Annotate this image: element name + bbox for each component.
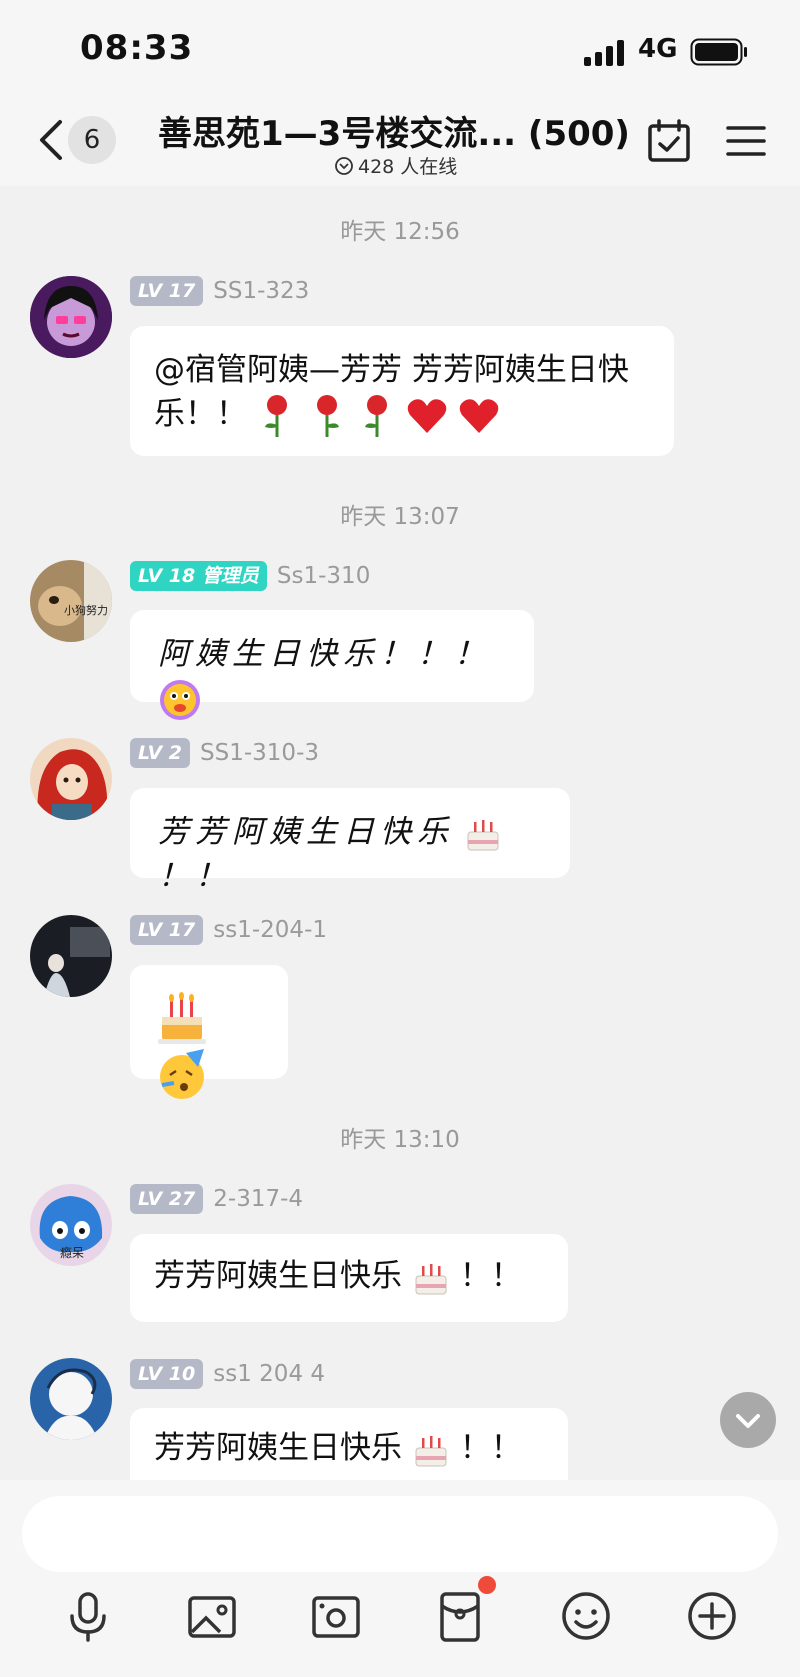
message-suffix: ！！ [459,1258,522,1294]
cake-icon [415,1263,447,1294]
message-text: 阿姨生日快乐！！！ [158,636,491,672]
message-meta: LV 17 SS1-323 [130,276,309,306]
group-title[interactable]: 善思苑1—3号楼交流... (500) [158,106,630,155]
scroll-to-bottom-button[interactable] [720,1392,776,1448]
excited-face-icon [160,679,200,720]
status-time: 08:33 [80,28,194,68]
message-meta: LV 2 SS1-310-3 [130,738,319,768]
heart-icon [460,398,499,433]
avatar[interactable] [30,1358,112,1440]
unread-count-badge[interactable]: 6 [68,116,116,164]
back-chevron-icon[interactable] [36,118,66,162]
avatar[interactable] [30,738,112,820]
level-badge: LV 17 [130,915,204,945]
red-envelope-icon[interactable] [432,1588,488,1644]
message-timestamp: 昨天 13:07 [340,504,460,530]
rose-icon [316,394,339,437]
rose-icon [264,394,287,437]
message-timestamp: 昨天 13:10 [340,1127,460,1153]
camera-icon[interactable] [308,1588,364,1644]
birthday-cake-icon [158,992,206,1044]
message-bubble[interactable]: @宿管阿姨—芳芳 芳芳阿姨生日快乐！！ [130,326,674,456]
battery-icon [690,38,747,66]
message-text: 芳芳阿姨生日快乐 [154,1258,402,1294]
message-text: 芳芳阿姨生日快乐 [154,1430,402,1466]
image-icon[interactable] [184,1588,240,1644]
username[interactable]: SS1-323 [213,278,309,304]
signal-icon [584,40,624,66]
avatar[interactable] [30,276,112,358]
cake-icon [415,1435,447,1466]
message-input[interactable] [22,1496,778,1572]
level-badge: LV 10 [130,1359,204,1389]
avatar[interactable]: 瘾呆 [30,1184,112,1266]
level-badge: LV 27 [130,1184,204,1214]
microphone-icon[interactable] [60,1588,116,1644]
message-meta: LV 17 ss1-204-1 [130,915,327,945]
online-status: 428 人在线 [334,152,457,179]
emoji-icon[interactable] [558,1588,614,1644]
plus-icon[interactable] [684,1588,740,1644]
avatar[interactable] [30,915,112,997]
message-bubble[interactable]: 芳芳阿姨生日快乐 ！！ [130,1408,568,1480]
message-suffix: ！！ [459,1430,522,1466]
online-chevron-icon [335,156,353,175]
message-suffix: ！！ [158,858,232,894]
username[interactable]: 2-317-4 [213,1186,303,1212]
message-bubble[interactable] [130,965,288,1099]
message-text: 芳芳阿姨生日快乐 [158,814,454,850]
message-meta: LV 10 ss1 204 4 [130,1359,325,1389]
message-bubble[interactable]: 芳芳阿姨生日快乐 ！！ [130,788,570,894]
calendar-check-icon[interactable] [646,118,692,164]
level-badge: LV 18 管理员 [130,561,267,591]
chevron-down-icon [736,1414,760,1428]
avatar-label: 小狗努力 [64,604,108,617]
notification-dot [478,1576,496,1594]
party-face-icon [160,1049,204,1099]
username[interactable]: ss1-204-1 [213,917,327,943]
avatar-label: 瘾呆 [60,1246,85,1260]
cake-icon [467,819,499,850]
online-count: 428 人在线 [358,156,458,178]
message-bubble[interactable]: 芳芳阿姨生日快乐 ！！ [130,1234,568,1322]
username[interactable]: Ss1-310 [277,563,370,589]
network-label: 4G [638,34,678,64]
heart-icon [408,398,447,433]
message-meta: LV 27 2-317-4 [130,1184,303,1214]
menu-icon[interactable] [726,124,766,158]
message-bubble[interactable]: 阿姨生日快乐！！！ [130,610,534,720]
avatar[interactable]: 小狗努力 [30,560,112,642]
rose-icon [364,394,387,437]
level-badge: LV 17 [130,276,204,306]
level-badge: LV 2 [130,738,191,768]
username[interactable]: SS1-310-3 [200,740,319,766]
admin-role: 管理员 [201,565,259,587]
message-timestamp: 昨天 12:56 [340,219,460,245]
level-text: LV 18 [138,565,196,587]
username[interactable]: ss1 204 4 [213,1361,325,1387]
message-meta: LV 18 管理员 Ss1-310 [130,561,370,591]
